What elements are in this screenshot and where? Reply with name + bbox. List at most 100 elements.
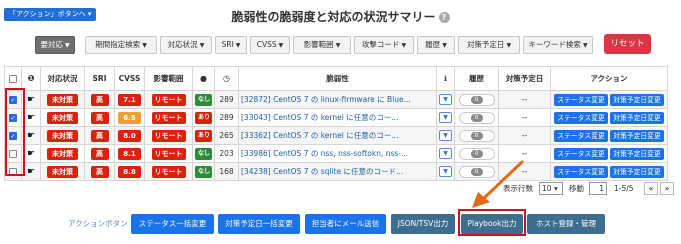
- status-change-button[interactable]: ステータス変更: [554, 129, 608, 142]
- impact-badge: リモート: [151, 165, 186, 178]
- sri-badge: 高: [90, 129, 109, 142]
- status-change-button[interactable]: ステータス変更: [554, 111, 608, 124]
- pointing-hand-icon[interactable]: ☛: [27, 131, 35, 141]
- bulk-status-change-button[interactable]: ステータス一括変更: [131, 214, 214, 234]
- status-change-button[interactable]: ステータス変更: [554, 147, 608, 160]
- history-column-header[interactable]: 履歴: [454, 66, 499, 91]
- due-change-button[interactable]: 対策予定日変更: [610, 93, 664, 106]
- caret-down-icon: ▼: [64, 42, 70, 49]
- chevron-down-icon[interactable]: ▼: [439, 94, 452, 105]
- vulnerability-link[interactable]: [32872] CentOS 7 の linux-firmware に Blue…: [238, 90, 437, 109]
- table-header-row: ❶ 対応状況 SRI CVSS 影響範囲 ● ◷ 脆弱性 ℹ 履歴 対策予定日 …: [4, 66, 668, 91]
- exploit-badge: なし: [195, 165, 212, 178]
- history-count: 0: [470, 149, 483, 158]
- page-title-text: 脆弱性の脆弱度と対応の状況サマリー: [231, 10, 436, 24]
- exploit-badge: あり: [195, 129, 212, 142]
- status-badge: 未対策: [47, 111, 78, 124]
- row-action-cell: ステータス変更 対策予定日変更: [550, 126, 668, 145]
- status-change-button[interactable]: ステータス変更: [554, 165, 608, 178]
- chevron-down-icon[interactable]: ▼: [439, 166, 452, 177]
- row-impact-cell: リモート: [144, 126, 193, 145]
- status-column-header[interactable]: 対応状況: [40, 66, 85, 91]
- detail-column-header: ℹ: [436, 66, 455, 91]
- vulnerability-link[interactable]: [33986] CentOS 7 の nss, nss-softokn, nss…: [238, 144, 437, 163]
- row-history-cell: 0: [454, 108, 499, 127]
- row-sri-cell: 高: [84, 90, 115, 109]
- page-input[interactable]: 1: [589, 182, 607, 195]
- pointing-hand-icon[interactable]: ☛: [27, 113, 35, 123]
- history-pill[interactable]: 0: [458, 111, 495, 124]
- filter-cvss-button[interactable]: CVSS ▼: [250, 36, 290, 54]
- row-sri-cell: 高: [84, 162, 115, 181]
- row-action-cell: ステータス変更 対策予定日変更: [550, 108, 668, 127]
- due-change-button[interactable]: 対策予定日変更: [610, 165, 664, 178]
- pointing-hand-icon[interactable]: ☛: [27, 149, 35, 159]
- vulnerability-link[interactable]: [34238] CentOS 7 の sqlite に任意のコード...: [238, 162, 437, 181]
- table-row: ☛ 未対策高 8.8 リモート なし 168 [34238] CentOS 7 の sqli…: [4, 162, 668, 181]
- filter-history-button[interactable]: 履歴 ▼: [417, 36, 455, 54]
- info-icon: ℹ: [444, 74, 447, 83]
- filter-period-button[interactable]: 期間指定検索 ▼: [85, 36, 157, 54]
- pointing-hand-icon[interactable]: ☛: [27, 167, 35, 177]
- email-assignee-button[interactable]: 担当者にメール送信: [305, 214, 386, 234]
- cvss-column-header[interactable]: CVSS: [114, 66, 145, 91]
- info-column-header[interactable]: ❶: [21, 66, 41, 91]
- action-bar: アクションボタン ステータス一括変更 対策予定日一括変更 担当者にメール送信 J…: [0, 214, 681, 234]
- chevron-down-icon[interactable]: ▼: [439, 130, 452, 141]
- rows-per-page-select[interactable]: 10 ▾: [539, 182, 563, 195]
- exploit-badge: なし: [195, 93, 212, 106]
- row-sri-cell: 高: [84, 144, 115, 163]
- host-registration-button[interactable]: ホスト登録・管理: [527, 214, 605, 234]
- select-all-checkbox[interactable]: [9, 75, 17, 83]
- sri-column-header[interactable]: SRI: [84, 66, 115, 91]
- history-pill[interactable]: 0: [458, 93, 495, 106]
- bulk-due-change-button[interactable]: 対策予定日一括変更: [218, 214, 300, 234]
- row-impact-cell: リモート: [144, 162, 193, 181]
- filter-label: 期間指定検索: [95, 40, 141, 49]
- caret-down-icon: ▼: [199, 42, 205, 49]
- filter-keyword-button[interactable]: キーワード検索 ▼: [523, 36, 593, 54]
- row-cvss-cell: 8.0: [114, 126, 145, 145]
- filter-status-button[interactable]: 対応状況 ▼: [160, 36, 212, 54]
- reset-button[interactable]: リセット: [604, 34, 651, 54]
- exploit-column-header[interactable]: ●: [192, 66, 215, 91]
- caret-down-icon: ▼: [142, 42, 147, 49]
- row-action-cell: ステータス変更 対策予定日変更: [550, 90, 668, 109]
- row-cvss-cell: 8.1: [114, 144, 145, 163]
- history-pill[interactable]: 0: [458, 129, 495, 142]
- due-change-button[interactable]: 対策予定日変更: [610, 111, 664, 124]
- due-change-button[interactable]: 対策予定日変更: [610, 129, 664, 142]
- cvss-badge: 7.1: [118, 93, 141, 106]
- filter-due-button[interactable]: 対策予定日 ▼: [458, 36, 520, 54]
- filter-impact-button[interactable]: 影響範囲 ▼: [293, 36, 351, 54]
- row-action-cell: ステータス変更 対策予定日変更: [550, 162, 668, 181]
- vulnerability-column-header[interactable]: 脆弱性: [238, 66, 437, 91]
- filter-required-button[interactable]: 要対応 ▼: [35, 36, 75, 54]
- row-sri-cell: 高: [84, 126, 115, 145]
- caret-down-icon: ▼: [335, 42, 341, 49]
- select-all-header[interactable]: [4, 66, 22, 91]
- caret-down-icon: ▼: [235, 42, 241, 49]
- prev-page-button[interactable]: «: [644, 182, 658, 195]
- filter-label: CVSS: [256, 40, 277, 49]
- impact-column-header[interactable]: 影響範囲: [144, 66, 193, 91]
- status-change-button[interactable]: ステータス変更: [554, 93, 608, 106]
- days-column-header[interactable]: ◷: [214, 66, 239, 91]
- pointing-hand-icon[interactable]: ☛: [27, 95, 35, 105]
- row-detail-cell: ▼: [436, 108, 455, 127]
- help-icon[interactable]: ?: [438, 12, 450, 23]
- row-status-cell: 未対策: [40, 90, 85, 109]
- chevron-down-icon[interactable]: ▼: [439, 112, 452, 123]
- next-page-button[interactable]: »: [660, 182, 674, 195]
- due-column-header[interactable]: 対策予定日: [498, 66, 551, 91]
- row-sri-cell: 高: [84, 108, 115, 127]
- cvss-badge: 8.1: [118, 147, 141, 160]
- history-count: 0: [470, 131, 483, 140]
- filter-exploit-button[interactable]: 攻撃コード ▼: [354, 36, 414, 54]
- json-tsv-export-button[interactable]: JSON/TSV出力: [391, 214, 455, 234]
- due-change-button[interactable]: 対策予定日変更: [610, 147, 664, 160]
- chevron-down-icon[interactable]: ▼: [439, 148, 452, 159]
- vulnerability-link[interactable]: [33362] CentOS 7 の kernel に任意のコー...: [238, 126, 437, 145]
- filter-sri-button[interactable]: SRI ▼: [215, 36, 247, 54]
- vulnerability-link[interactable]: [33043] CentOS 7 の kernel に任意のコー...: [238, 108, 437, 127]
